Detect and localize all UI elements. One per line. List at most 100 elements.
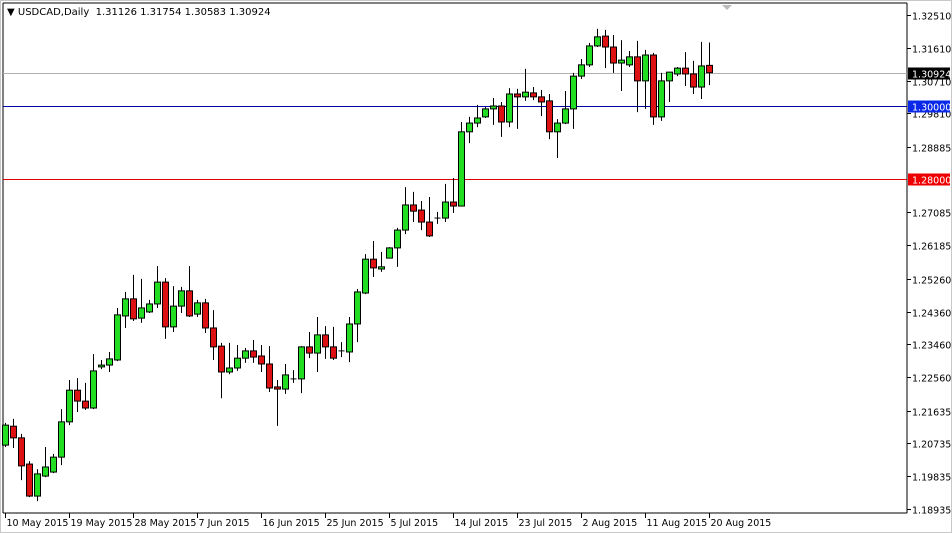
candle-bullish [490, 105, 497, 110]
candle-bullish [698, 65, 705, 88]
x-tick-label: 14 Jul 2015 [455, 518, 509, 529]
candle-bullish [114, 314, 121, 361]
x-tick-label: 23 Jul 2015 [519, 518, 573, 529]
x-tick-label: 2 Aug 2015 [583, 518, 638, 529]
candle-bearish [274, 386, 281, 390]
ohlc-values: 1.31126 1.31754 1.30583 1.30924 [95, 7, 271, 18]
candle-bullish [122, 298, 129, 317]
candle-bullish [234, 357, 241, 369]
candle-bullish [226, 367, 233, 373]
candle-bearish [530, 92, 537, 98]
candle-bullish [98, 364, 105, 368]
candle-bearish [258, 355, 265, 365]
candle-bearish [218, 345, 225, 373]
candle-bullish [42, 466, 49, 477]
candle-bullish [282, 374, 289, 390]
y-tick-label: 1.22560 [912, 374, 951, 385]
level-1-price-label: 1.30000 [912, 103, 951, 114]
candle-bullish [642, 54, 649, 82]
x-tick-label: 16 Jun 2015 [263, 518, 320, 529]
candle-bearish [410, 204, 417, 212]
candle-bullish [242, 350, 249, 359]
candle-bearish [162, 281, 169, 328]
candle-bearish [450, 201, 457, 207]
candle-bullish [442, 201, 449, 219]
candle-bullish [106, 358, 113, 366]
y-tick-label: 1.18935 [912, 506, 951, 517]
candle-bearish [706, 64, 713, 74]
candle-bullish [34, 473, 41, 497]
y-tick-label: 1.28885 [912, 144, 951, 155]
chart-header: ▼ USDCAD,Daily 1.31126 1.31754 1.30583 1… [7, 7, 271, 18]
y-tick-label: 1.32510 [912, 12, 951, 23]
triangle-down-icon[interactable]: ▼ [7, 7, 18, 18]
candle-bearish [538, 96, 545, 103]
candle-bearish [682, 67, 689, 75]
candle-bearish [498, 105, 505, 123]
candle-bullish [482, 108, 489, 118]
candle-bullish [58, 421, 65, 458]
x-tick-label: 19 May 2015 [71, 518, 133, 529]
y-tick-label: 1.21635 [912, 408, 951, 419]
y-tick-label: 1.23460 [912, 341, 951, 352]
candle-bearish [330, 346, 337, 359]
y-tick-label: 1.19835 [912, 473, 951, 484]
candle-bullish [194, 302, 201, 315]
candle-bullish [354, 291, 361, 325]
candle-bullish [378, 266, 385, 270]
y-tick-label: 1.31610 [912, 45, 951, 56]
candle-bullish [178, 290, 185, 307]
candle-bullish [570, 75, 577, 110]
candle-bullish [402, 204, 409, 231]
x-tick-label: 28 May 2015 [135, 518, 197, 529]
candle-bullish [562, 108, 569, 124]
candle-bullish [394, 229, 401, 249]
candle-bearish [690, 73, 697, 88]
price-chart[interactable]: 1.325101.316101.307101.298101.288851.270… [0, 0, 952, 533]
candle-bullish [626, 56, 633, 66]
candle-bullish [474, 117, 481, 124]
candle-bullish [466, 122, 473, 133]
candle-bullish [138, 307, 145, 319]
candle-bullish [146, 303, 153, 313]
candle-bearish [18, 437, 25, 467]
candle-bullish [314, 334, 321, 354]
candle-bearish [82, 400, 89, 409]
candle-bullish [170, 305, 177, 328]
candle-bullish [298, 346, 305, 380]
candle-bearish [186, 290, 193, 317]
candle-bearish [202, 302, 209, 329]
x-tick-label: 20 Aug 2015 [711, 518, 772, 529]
y-tick-label: 1.27085 [912, 209, 951, 220]
candle-bearish [74, 389, 81, 402]
candle-bullish [90, 370, 97, 409]
candle-bearish [250, 350, 257, 358]
x-tick-label: 5 Jul 2015 [391, 518, 439, 529]
candle-bullish [554, 122, 561, 133]
candle-bullish [154, 281, 161, 305]
candle-bearish [322, 334, 329, 348]
candle-bullish [2, 424, 9, 446]
candle-bearish [514, 93, 521, 98]
candle-bullish [50, 456, 57, 473]
candle-bearish [370, 258, 377, 269]
candle-bearish [546, 100, 553, 133]
candle-bullish [506, 93, 513, 123]
candle-bearish [26, 463, 33, 497]
candle-bullish [362, 258, 369, 294]
x-tick-label: 10 May 2015 [7, 518, 69, 529]
window-frame [0, 0, 952, 533]
candle-bearish [210, 327, 217, 348]
candle-bullish [66, 389, 73, 423]
candle-bullish [618, 59, 625, 64]
level-2-price-label: 1.28000 [912, 176, 951, 187]
candle-bullish [586, 45, 593, 66]
symbol-timeframe: USDCAD,Daily [17, 7, 90, 18]
candle-bullish [386, 247, 393, 259]
candle-bullish [674, 67, 681, 75]
bid-price-label: 1.30924 [912, 70, 951, 81]
candle-bearish [10, 425, 17, 439]
x-tick-label: 25 Jun 2015 [327, 518, 384, 529]
y-tick-label: 1.20735 [912, 440, 951, 451]
y-tick-label: 1.24360 [912, 309, 951, 320]
